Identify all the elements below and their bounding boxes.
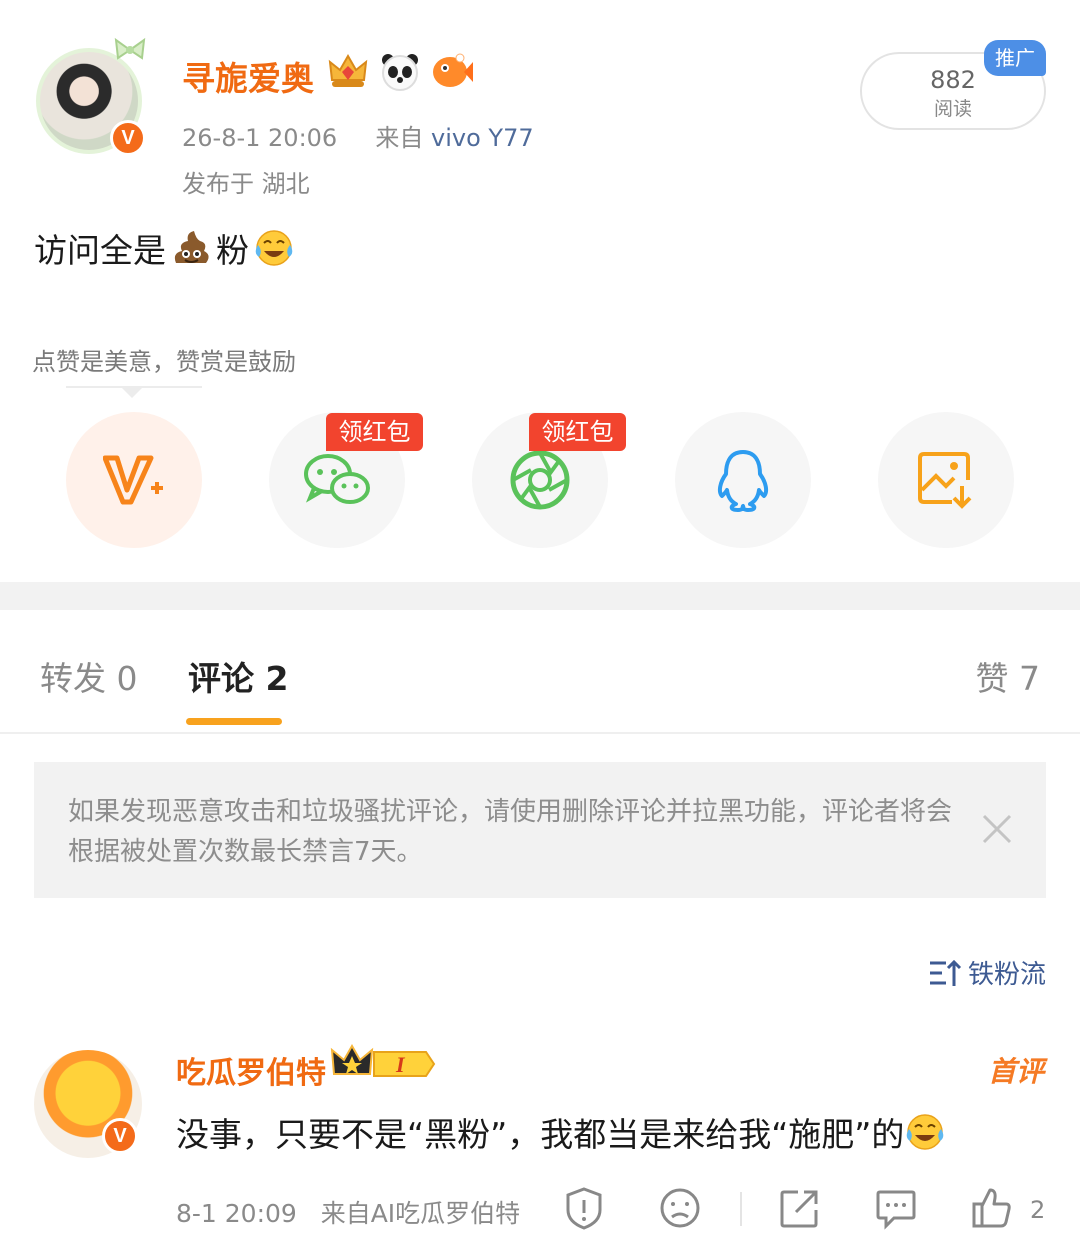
sort-toggle[interactable]: 铁粉流 [928,954,1046,991]
post-time: 26-8-1 20:06 [182,124,338,152]
laugh-cry-emoji-icon [255,230,293,266]
active-tab-indicator [186,718,282,725]
tab-like-label: 赞 [975,659,1009,698]
weibo-post-detail: V 寻旎爱奥 26-8-1 20:06 来自 vivo Y77 发布于 湖北 8… [0,0,1080,1259]
post-source-prefix: 来自 [375,124,424,152]
vplus-reward-button[interactable] [66,412,202,548]
fan-level-crown-icon[interactable]: I [330,1044,438,1084]
dislike-face-icon[interactable] [658,1186,702,1230]
read-label: 阅读 [933,98,972,120]
comment-text-body: 没事，只要不是“黑粉”，我都当是来给我“施肥”的 [176,1115,905,1154]
author-badges [326,50,474,92]
comment-notice-banner: 如果发现恶意攻击和垃圾骚扰评论，请使用删除评论并拉黑功能，评论者将会根据被处置次… [34,762,1046,898]
comment-text: 没事，只要不是“黑粉”，我都当是来给我“施肥”的 [176,1108,946,1156]
commenter-name[interactable]: 吃瓜罗伯特 [176,1048,326,1092]
tab-forward-count: 0 [116,659,138,698]
reply-comment-icon[interactable] [874,1186,918,1230]
fan-level: I [395,1052,406,1077]
comment-source[interactable]: 来自AI吃瓜罗伯特 [321,1199,520,1228]
first-comment-badge: 首评 [987,1055,1044,1088]
wechat-icon [304,454,370,504]
report-icon[interactable] [562,1186,606,1230]
share-icon[interactable] [778,1186,822,1230]
section-divider [0,582,1080,610]
sort-icon [929,959,962,986]
comment-like-count: 2 [1030,1196,1046,1224]
redpack-tag-wechat[interactable]: 领红包 [326,413,423,451]
moments-icon [510,450,570,510]
tab-comment-count: 2 [265,659,289,698]
bow-decoration-icon [114,37,146,60]
redpack-tag-moments[interactable]: 领红包 [529,413,626,451]
post-meta: 26-8-1 20:06 来自 vivo Y77 [182,118,534,153]
tab-divider [0,732,1080,734]
tab-comment[interactable]: 评论 2 [188,652,288,700]
post-source[interactable]: vivo Y77 [431,124,534,152]
vplus-icon [103,455,163,505]
save-image-button[interactable] [878,412,1014,548]
laugh-cry-emoji-icon [907,1114,944,1150]
action-separator [740,1192,742,1226]
comment-meta: 8-1 20:09 来自AI吃瓜罗伯特 [176,1194,520,1230]
post-location: 发布于 湖北 [182,170,310,198]
post-text-part-2: 粉 [216,231,249,270]
commenter-verified-badge-icon: V [102,1118,138,1154]
qq-icon [717,450,769,512]
tab-like-count: 7 [1019,659,1040,698]
comment-time: 8-1 20:09 [176,1199,297,1228]
tab-like[interactable]: 赞 7 [976,652,1041,700]
save-image-icon [918,452,972,509]
tab-forward-label: 转发 [40,659,106,698]
promote-tag[interactable]: 推广 [984,40,1046,76]
tip-caret [120,386,144,398]
verified-badge-icon: V [110,120,146,156]
poop-emoji-icon [174,231,209,263]
author-name[interactable]: 寻旎爱奥 [182,52,314,100]
orange-fish-badge-icon[interactable] [430,50,474,92]
close-icon[interactable] [980,812,1014,846]
tab-comment-label: 评论 [188,659,254,698]
crown-gem-badge-icon[interactable] [326,50,370,92]
sort-label: 铁粉流 [967,960,1046,990]
post-content: 访问全是 粉 [34,224,295,272]
tab-forward[interactable]: 转发 0 [40,652,138,700]
thumbs-up-icon[interactable] [970,1186,1014,1230]
share-qq-button[interactable] [675,412,811,548]
panda-badge-icon[interactable] [378,50,422,92]
notice-text: 如果发现恶意攻击和垃圾骚扰评论，请使用删除评论并拉黑功能，评论者将会根据被处置次… [68,797,953,867]
reward-tip: 点赞是美意，赞赏是鼓励 [32,348,296,376]
author-avatar[interactable]: V [30,37,148,158]
post-text-part-1: 访问全是 [34,231,166,270]
